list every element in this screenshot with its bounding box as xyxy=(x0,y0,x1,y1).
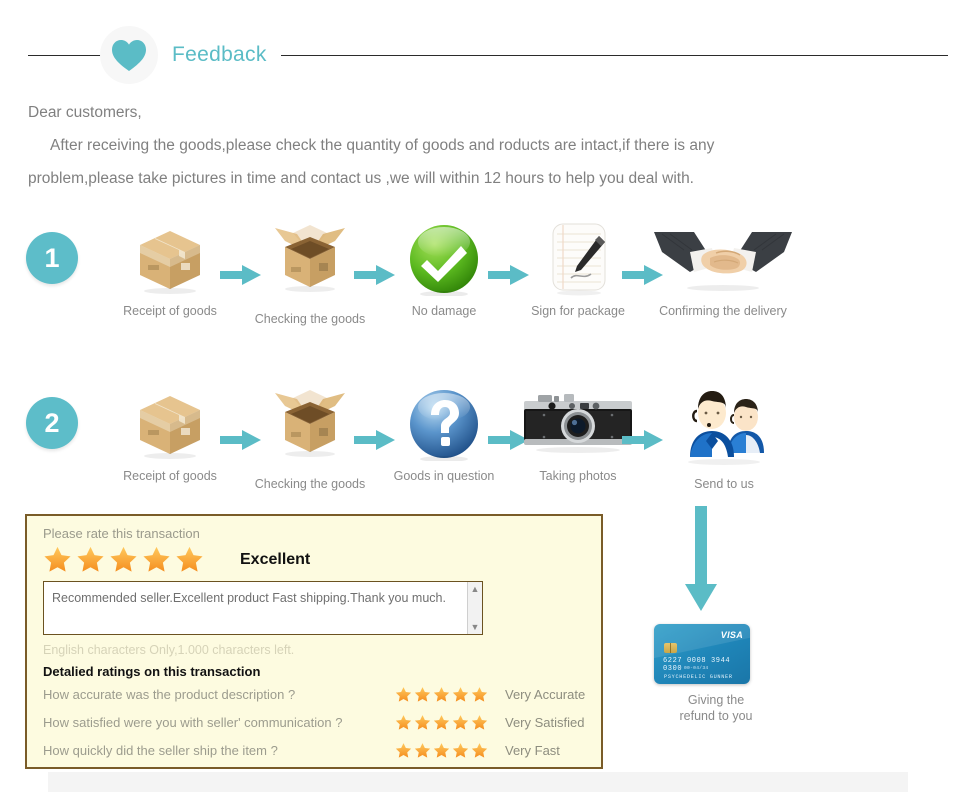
signed-paper-icon xyxy=(543,218,613,300)
heart-glyph xyxy=(112,39,146,71)
characters-left-label: English characters Only,1.000 characters… xyxy=(43,643,295,657)
comment-scrollbar[interactable]: ▲ ▼ xyxy=(467,582,482,634)
star-icon[interactable] xyxy=(433,686,450,703)
bottom-strip xyxy=(48,772,908,792)
rate-prompt-label: Please rate this transaction xyxy=(43,526,200,541)
step2-cell-caption: Goods in question xyxy=(393,469,495,483)
detail-rating-row: How quickly did the seller ship the item… xyxy=(43,737,601,763)
step1-cell-caption: Receipt of goods xyxy=(123,304,217,318)
detail-answer: Very Satisfied xyxy=(505,714,585,730)
star-icon[interactable] xyxy=(414,742,431,759)
comment-textarea[interactable]: Recommended seller.Excellent product Fas… xyxy=(43,581,483,635)
card-expiry: 00-04/34 xyxy=(684,666,709,671)
step2-cell-caption: Taking photos xyxy=(539,469,617,483)
page-header: Feedback xyxy=(0,26,960,84)
green-check-icon xyxy=(407,218,481,300)
detail-stars[interactable] xyxy=(395,742,505,759)
overall-rating-stars[interactable]: Excellent xyxy=(43,545,601,574)
intro-line-3: problem,please take pictures in time and… xyxy=(28,170,694,187)
step-badge-2: 2 xyxy=(26,397,78,449)
step1-cell-caption: No damage xyxy=(411,304,477,318)
detail-answer: Very Fast xyxy=(505,742,560,758)
star-icon[interactable] xyxy=(76,545,105,574)
step2-cell-caption: Send to us xyxy=(694,477,754,491)
step-row-1: 1 Receipt of goods Checking the goods No… xyxy=(24,218,824,338)
feedback-rating-panel: Please rate this transaction Excellent R… xyxy=(25,514,603,769)
intro-line-2: After receiving the goods,please check t… xyxy=(50,137,715,154)
refund-caption: Giving the refund to you xyxy=(636,692,796,724)
refund-caption-line-1: Giving the xyxy=(687,693,745,707)
star-icon[interactable] xyxy=(433,714,450,731)
down-arrow-icon xyxy=(685,506,717,611)
header-rule-left xyxy=(28,54,106,56)
star-icon[interactable] xyxy=(395,714,412,731)
open-box-icon xyxy=(271,218,349,300)
star-icon[interactable] xyxy=(414,714,431,731)
intro-paragraph: Dear customers, After receiving the good… xyxy=(28,96,908,195)
handshake-icon xyxy=(654,218,792,300)
detail-question: How satisfied were you with seller' comm… xyxy=(43,714,343,730)
card-holder-name: PSYCHEDELIC GUNNER xyxy=(664,674,733,680)
star-icon[interactable] xyxy=(452,714,469,731)
step-row-2: 2 Receipt of goods Checking the goods Go… xyxy=(24,383,824,503)
page-title: Feedback xyxy=(172,43,267,66)
detail-question: How quickly did the seller ship the item… xyxy=(43,742,278,758)
star-icon[interactable] xyxy=(175,545,204,574)
feedback-page: Feedback Dear customers, After receiving… xyxy=(0,0,960,792)
rating-word-label: Excellent xyxy=(240,550,311,568)
step1-cell-receipt: Receipt of goods xyxy=(100,218,240,338)
star-icon[interactable] xyxy=(452,686,469,703)
step1-cell-caption: Confirming the delivery xyxy=(659,304,787,318)
step2-cell-receipt: Receipt of goods xyxy=(100,383,240,503)
detail-rating-row: How satisfied were you with seller' comm… xyxy=(43,709,601,735)
scroll-down-icon[interactable]: ▼ xyxy=(468,620,482,634)
star-icon[interactable] xyxy=(109,545,138,574)
star-icon[interactable] xyxy=(43,545,72,574)
heart-icon xyxy=(100,26,158,84)
star-icon[interactable] xyxy=(142,545,171,574)
refund-caption-line-2: refund to you xyxy=(679,709,753,723)
star-icon[interactable] xyxy=(471,742,488,759)
scroll-up-icon[interactable]: ▲ xyxy=(468,582,482,596)
star-icon[interactable] xyxy=(471,686,488,703)
visa-card: VISA 6227 0008 3944 0300 00-04/34 PSYCHE… xyxy=(654,624,750,684)
closed-box-icon xyxy=(134,218,206,300)
card-brand-label: VISA xyxy=(720,630,743,640)
step2-cell-send: Send to us xyxy=(654,383,794,503)
step1-cell-caption: Checking the goods xyxy=(254,312,366,326)
detail-stars[interactable] xyxy=(395,714,505,731)
detail-stars[interactable] xyxy=(395,686,505,703)
intro-line-1: Dear customers, xyxy=(28,104,142,121)
open-box-icon xyxy=(271,383,349,465)
step-badge-1: 1 xyxy=(26,232,78,284)
step1-cell-confirm: Confirming the delivery xyxy=(638,218,808,338)
star-icon[interactable] xyxy=(433,742,450,759)
blue-question-icon xyxy=(407,383,481,465)
star-icon[interactable] xyxy=(414,686,431,703)
star-icon[interactable] xyxy=(395,742,412,759)
star-icon[interactable] xyxy=(452,742,469,759)
card-chip-icon xyxy=(664,643,677,653)
star-icon[interactable] xyxy=(395,686,412,703)
detail-answer: Very Accurate xyxy=(505,686,586,702)
detail-rating-row: How accurate was the product description… xyxy=(43,681,601,707)
step2-cell-caption: Receipt of goods xyxy=(123,469,217,483)
step2-cell-caption: Checking the goods xyxy=(254,477,366,491)
closed-box-icon xyxy=(134,383,206,465)
support-agents-icon xyxy=(676,383,772,465)
star-icon[interactable] xyxy=(471,714,488,731)
detailed-ratings-heading: Detalied ratings on this transaction xyxy=(43,664,261,679)
step1-cell-caption: Sign for package xyxy=(531,304,625,318)
header-rule-right xyxy=(280,54,948,56)
detail-question: How accurate was the product description… xyxy=(43,686,296,702)
camera-icon xyxy=(518,383,638,465)
comment-text[interactable]: Recommended seller.Excellent product Fas… xyxy=(52,590,460,606)
